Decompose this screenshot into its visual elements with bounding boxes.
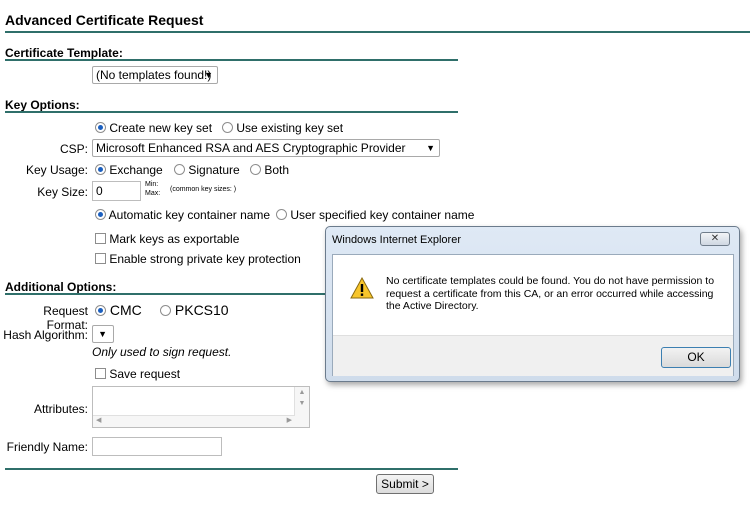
certificate-template-divider [5, 59, 458, 61]
container-auto-option[interactable]: Automatic key container name [95, 208, 270, 222]
format-cmc-label: CMC [109, 302, 142, 318]
usage-exchange-radio[interactable] [95, 164, 106, 175]
alert-dialog: Windows Internet Explorer ✕ No certifica… [325, 226, 740, 382]
mark-exportable-label: Mark keys as exportable [109, 232, 240, 246]
usage-exchange-option[interactable]: Exchange [95, 163, 163, 177]
key-options-section-title: Key Options: [5, 98, 80, 112]
container-auto-label: Automatic key container name [108, 208, 271, 222]
hash-note: Only used to sign request. [92, 345, 232, 359]
key-size-max-label: Max: [145, 190, 161, 197]
scroll-right-icon[interactable]: ▶ [287, 416, 292, 424]
attributes-label: Attributes: [33, 402, 88, 416]
dialog-message: No certificate templates could be found.… [386, 275, 715, 312]
keyset-existing-option[interactable]: Use existing key set [222, 121, 343, 135]
friendly-name-label: Friendly Name: [6, 440, 88, 454]
chevron-down-icon: ▼ [204, 70, 213, 80]
warning-icon [350, 277, 374, 299]
attributes-horizontal-scrollbar[interactable]: ◀ ▶ [93, 415, 295, 427]
keyset-new-radio[interactable] [95, 122, 106, 133]
usage-exchange-label: Exchange [109, 163, 163, 177]
attributes-textarea[interactable]: ▲ ▼ ◀ ▶ [92, 386, 310, 428]
friendly-name-input[interactable] [92, 437, 222, 456]
container-user-option[interactable]: User specified key container name [276, 208, 474, 222]
chevron-down-icon: ▼ [426, 143, 435, 153]
format-pkcs10-label: PKCS10 [174, 302, 229, 318]
keyset-new-label: Create new key set [109, 121, 213, 135]
csp-value: Microsoft Enhanced RSA and AES Cryptogra… [96, 141, 406, 155]
usage-both-label: Both [264, 163, 290, 177]
hash-algorithm-select[interactable]: ▼ [92, 325, 114, 343]
close-icon[interactable]: ✕ [700, 232, 730, 246]
container-user-radio[interactable] [276, 209, 287, 220]
certificate-template-value: (No templates found!) [96, 68, 212, 82]
format-pkcs10-option[interactable]: PKCS10 [160, 302, 229, 318]
mark-exportable-checkbox[interactable] [95, 233, 106, 244]
format-cmc-radio[interactable] [95, 305, 106, 316]
save-request-label: Save request [109, 367, 181, 381]
title-divider [5, 31, 750, 33]
strong-protection-checkbox[interactable] [95, 253, 106, 264]
mark-exportable-option[interactable]: Mark keys as exportable [95, 232, 239, 246]
usage-both-radio[interactable] [250, 164, 261, 175]
container-user-label: User specified key container name [290, 208, 475, 222]
dialog-title: Windows Internet Explorer [332, 234, 461, 246]
format-cmc-option[interactable]: CMC [95, 302, 142, 318]
key-size-input[interactable]: 0 [92, 181, 141, 201]
hash-algorithm-label: Hash Algorithm: [3, 328, 88, 342]
csp-label: CSP: [59, 142, 88, 156]
common-key-sizes: (common key sizes: ) [170, 186, 237, 193]
usage-both-option[interactable]: Both [250, 163, 289, 177]
keyset-existing-radio[interactable] [222, 122, 233, 133]
scroll-down-icon[interactable]: ▼ [295, 400, 309, 407]
attributes-vertical-scrollbar[interactable]: ▲ ▼ [294, 387, 309, 427]
chevron-down-icon: ▼ [98, 329, 107, 339]
save-request-checkbox[interactable] [95, 368, 106, 379]
ok-button[interactable]: OK [661, 347, 731, 368]
strong-protection-label: Enable strong private key protection [109, 252, 301, 266]
bottom-divider [5, 468, 458, 470]
dialog-body: No certificate templates could be found.… [332, 254, 734, 376]
csp-select[interactable]: Microsoft Enhanced RSA and AES Cryptogra… [92, 139, 440, 157]
certificate-template-section-title: Certificate Template: [5, 46, 123, 60]
usage-signature-option[interactable]: Signature [174, 163, 240, 177]
scroll-up-icon[interactable]: ▲ [295, 389, 309, 396]
submit-button[interactable]: Submit > [376, 474, 434, 494]
key-options-divider [5, 111, 458, 113]
keyset-existing-label: Use existing key set [236, 121, 344, 135]
strong-protection-option[interactable]: Enable strong private key protection [95, 252, 301, 266]
key-size-min-label: Min: [145, 181, 159, 188]
usage-signature-radio[interactable] [174, 164, 185, 175]
key-size-label: Key Size: [37, 185, 88, 199]
page-title: Advanced Certificate Request [5, 12, 204, 28]
additional-options-divider [5, 293, 330, 295]
certificate-template-select[interactable]: (No templates found!) ▼ [92, 66, 218, 84]
container-auto-radio[interactable] [95, 209, 106, 220]
dialog-footer: OK [333, 335, 733, 376]
key-usage-label: Key Usage: [25, 163, 88, 177]
scroll-left-icon[interactable]: ◀ [96, 416, 101, 424]
save-request-option[interactable]: Save request [95, 367, 180, 381]
usage-signature-label: Signature [188, 163, 240, 177]
format-pkcs10-radio[interactable] [160, 305, 171, 316]
keyset-new-option[interactable]: Create new key set [95, 121, 212, 135]
additional-options-section-title: Additional Options: [5, 280, 117, 294]
